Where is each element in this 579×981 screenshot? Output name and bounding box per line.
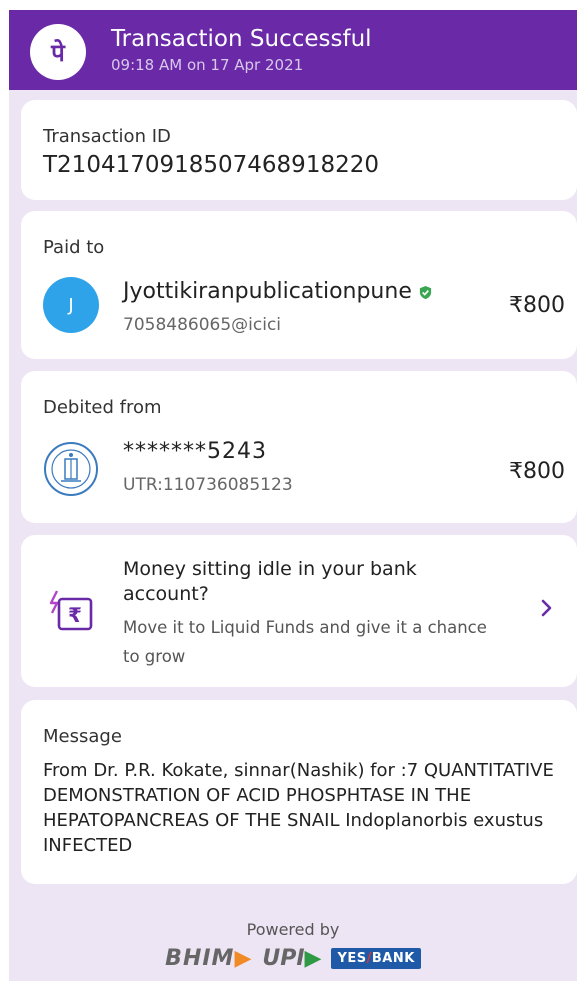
- upi-logo: UPI▶: [262, 946, 322, 971]
- powered-by-text: Powered by: [246, 920, 340, 939]
- promo-title: Money sitting idle in your bank account?: [123, 558, 417, 605]
- payee-name: Jyottikiranpublicationpune: [123, 279, 412, 304]
- rupee-wallet-icon: ₹: [49, 590, 93, 631]
- yes-bank-logo: YES/BANK: [331, 948, 421, 969]
- message-text: From Dr. P.R. Kokate, sinnar(Nashik) for…: [43, 760, 554, 856]
- bhim-logo: BHIM▶: [165, 946, 253, 971]
- verified-shield-icon: [419, 285, 431, 299]
- message-card: Message From Dr. P.R. Kokate, sinnar(Nas…: [21, 700, 577, 884]
- yes-wordmark: YES: [337, 951, 367, 966]
- transaction-timestamp: 09:18 AM on 17 Apr 2021: [111, 56, 304, 74]
- status-header: पे Transaction Successful 09:18 AM on 17…: [9, 10, 577, 90]
- debited-from-card[interactable]: Debited from *******5243 UTR:11073608512…: [21, 371, 577, 523]
- debited-amount: ₹800: [509, 459, 565, 484]
- transaction-id-label: Transaction ID: [43, 126, 171, 147]
- bhim-wordmark: BHIM: [165, 946, 235, 971]
- transaction-screen: पे Transaction Successful 09:18 AM on 17…: [9, 10, 577, 981]
- utr-number: UTR:110736085123: [123, 475, 293, 495]
- bank-wordmark: BANK: [371, 951, 415, 966]
- liquid-funds-promo-card[interactable]: ₹ Money sitting idle in your bank accoun…: [21, 535, 577, 687]
- page-title: Transaction Successful: [111, 26, 372, 52]
- paid-to-label: Paid to: [43, 237, 105, 258]
- payee-avatar-initial: J: [68, 294, 74, 316]
- bank-seal-icon: [44, 442, 98, 496]
- payee-avatar: J: [43, 277, 99, 333]
- phonepe-logo: पे: [30, 24, 86, 80]
- upi-wordmark: UPI: [262, 946, 305, 971]
- chevron-right-icon[interactable]: [539, 597, 555, 619]
- promo-body: Move it to Liquid Funds and give it a ch…: [123, 618, 487, 666]
- account-number: *******5243: [123, 439, 267, 464]
- paid-to-card[interactable]: Paid to J Jyottikiranpublicationpune 705…: [21, 211, 577, 359]
- payee-vpa: 7058486065@icici: [123, 315, 282, 335]
- payee-name-row: Jyottikiranpublicationpune: [123, 279, 433, 304]
- transaction-id-card[interactable]: Transaction ID T2104170918507468918220: [21, 100, 577, 200]
- paid-amount: ₹800: [509, 293, 565, 318]
- logo-glyph: पे: [50, 39, 66, 67]
- message-label: Message: [43, 726, 122, 747]
- transaction-id-value: T2104170918507468918220: [43, 152, 379, 178]
- svg-text:₹: ₹: [68, 603, 82, 627]
- phonepe-logo-icon: पे: [50, 39, 66, 67]
- debited-from-label: Debited from: [43, 397, 162, 418]
- partner-logos: BHIM▶ UPI▶ YES/BANK: [9, 946, 577, 971]
